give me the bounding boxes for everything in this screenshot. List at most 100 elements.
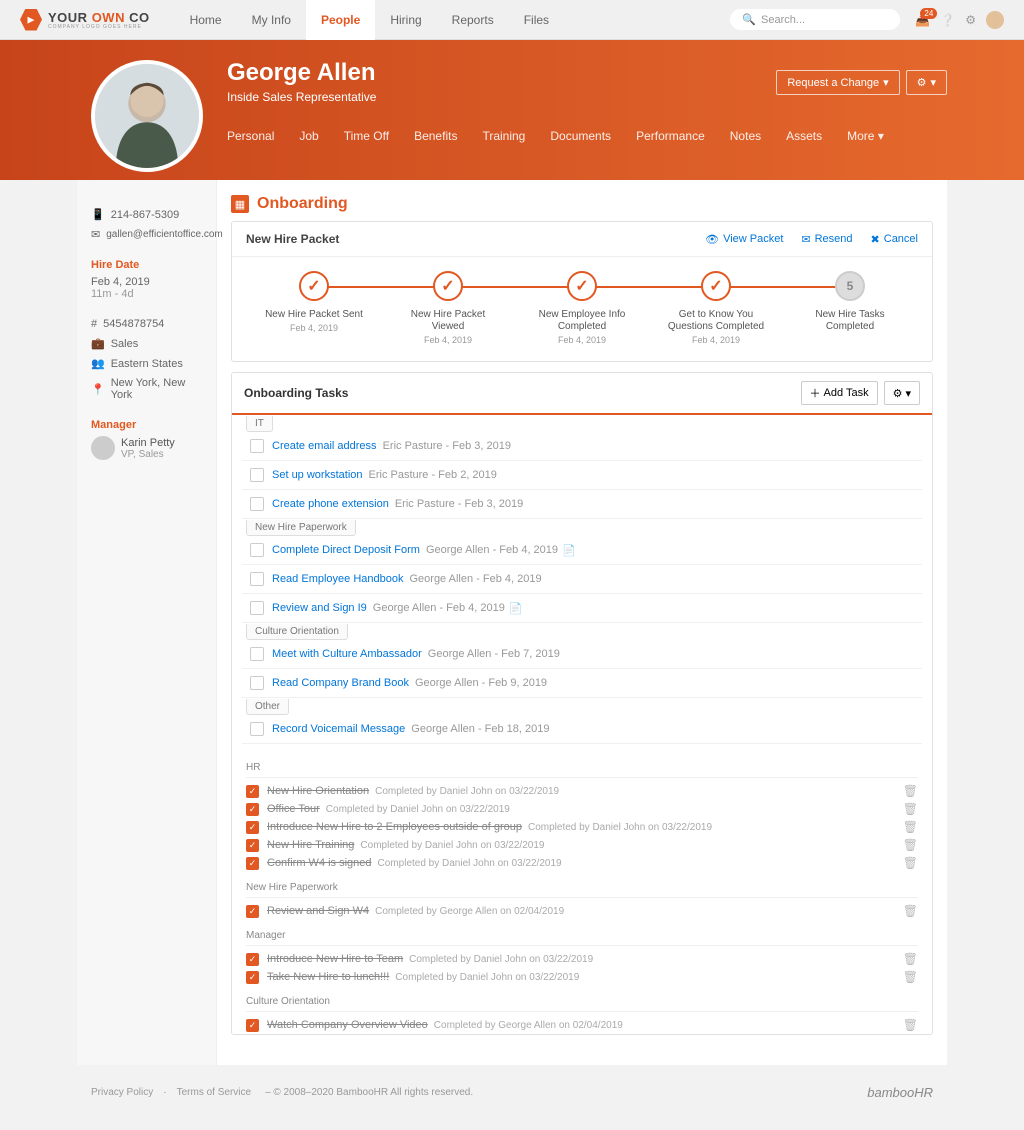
privacy-link[interactable]: Privacy Policy: [91, 1087, 153, 1098]
email-value[interactable]: gallen@efficientoffice.com: [106, 229, 223, 240]
task-checkbox[interactable]: [250, 468, 264, 482]
plus-icon: ＋: [810, 385, 821, 401]
subnav-time-off[interactable]: Time Off: [344, 129, 389, 143]
task-checkbox[interactable]: [250, 572, 264, 586]
completed-checkbox[interactable]: ✓: [246, 803, 259, 816]
step: New Hire Packet ViewedFeb 4, 2019: [398, 271, 498, 345]
gear-icon: ⚙: [917, 76, 927, 89]
nav-files[interactable]: Files: [509, 0, 564, 40]
nav-people[interactable]: People: [306, 0, 375, 40]
resend-link[interactable]: ✉Resend: [801, 233, 852, 246]
nav-hiring[interactable]: Hiring: [375, 0, 436, 40]
trash-icon[interactable]: 🗑: [903, 904, 918, 918]
hire-date-label: Hire Date: [91, 259, 206, 271]
hero-settings-button[interactable]: ⚙ ▾: [906, 70, 947, 95]
completed-checkbox[interactable]: ✓: [246, 971, 259, 984]
task-checkbox[interactable]: [250, 543, 264, 557]
task-checkbox[interactable]: [250, 601, 264, 615]
completed-checkbox[interactable]: ✓: [246, 1019, 259, 1032]
completed-row: ✓New Hire TrainingCompleted by Daniel Jo…: [246, 836, 918, 854]
people-icon: 👥: [91, 357, 105, 370]
manager-name[interactable]: Karin Petty: [121, 437, 175, 449]
subnav-documents[interactable]: Documents: [550, 129, 611, 143]
subnav-assets[interactable]: Assets: [786, 129, 822, 143]
task-group-label: New Hire Paperwork: [246, 520, 356, 536]
trash-icon[interactable]: 🗑: [903, 838, 918, 852]
completed-row: ✓New Hire OrientationCompleted by Daniel…: [246, 782, 918, 800]
search-icon: 🔍: [742, 13, 756, 26]
trash-icon[interactable]: 🗑: [903, 820, 918, 834]
subnav-personal[interactable]: Personal: [227, 129, 274, 143]
user-avatar-icon[interactable]: [986, 11, 1004, 29]
footer: Privacy Policy · Terms of Service – © 20…: [77, 1075, 947, 1110]
nav-reports[interactable]: Reports: [437, 0, 509, 40]
chevron-down-icon: ▾: [883, 76, 889, 89]
trash-icon[interactable]: 🗑: [903, 802, 918, 816]
completed-meta: Completed by Daniel John on 03/22/2019: [360, 840, 544, 851]
completed-checkbox[interactable]: ✓: [246, 839, 259, 852]
trash-icon[interactable]: 🗑: [903, 970, 918, 984]
inbox-icon[interactable]: 📥24: [915, 13, 930, 27]
employee-avatar[interactable]: [91, 60, 203, 172]
subnav-benefits[interactable]: Benefits: [414, 129, 457, 143]
nav-my-info[interactable]: My Info: [237, 0, 306, 40]
logo[interactable]: YOUR OWN CO COMPANY LOGO GOES HERE: [20, 9, 150, 31]
task-group-label: Culture Orientation: [246, 624, 348, 640]
task-link[interactable]: Create phone extension: [272, 498, 389, 510]
task-link[interactable]: Read Employee Handbook: [272, 573, 403, 585]
subnav-job[interactable]: Job: [299, 129, 318, 143]
task-checkbox[interactable]: [250, 676, 264, 690]
subnav-notes[interactable]: Notes: [730, 129, 761, 143]
trash-icon[interactable]: 🗑: [903, 856, 918, 870]
completed-group-label: New Hire Paperwork: [246, 882, 918, 893]
completed-checkbox[interactable]: ✓: [246, 857, 259, 870]
task-checkbox[interactable]: [250, 722, 264, 736]
help-icon[interactable]: ❔: [940, 13, 955, 27]
subnav-performance[interactable]: Performance: [636, 129, 705, 143]
subnav-training[interactable]: Training: [482, 129, 525, 143]
task-row: Record Voicemail MessageGeorge Allen - F…: [242, 715, 922, 744]
task-link[interactable]: Review and Sign I9: [272, 602, 367, 614]
task-link[interactable]: Read Company Brand Book: [272, 677, 409, 689]
completed-title: Take New Hire to lunch!!!: [267, 971, 389, 983]
task-link[interactable]: Set up workstation: [272, 469, 363, 481]
task-checkbox[interactable]: [250, 647, 264, 661]
task-link[interactable]: Create email address: [272, 440, 377, 452]
task-checkbox[interactable]: [250, 439, 264, 453]
phone-icon: 📱: [91, 208, 105, 221]
briefcase-icon: 💼: [91, 337, 105, 350]
settings-icon[interactable]: ⚙: [965, 13, 976, 27]
cancel-icon: ✖: [871, 233, 880, 246]
task-link[interactable]: Meet with Culture Ambassador: [272, 648, 422, 660]
completed-meta: Completed by Daniel John on 03/22/2019: [409, 954, 593, 965]
request-change-button[interactable]: Request a Change ▾: [776, 70, 899, 95]
step: New Hire Packet SentFeb 4, 2019: [264, 271, 364, 345]
view-packet-link[interactable]: 👁View Packet: [705, 233, 783, 246]
nav-home[interactable]: Home: [175, 0, 237, 40]
subnav-more[interactable]: More ▾: [847, 129, 884, 143]
task-link[interactable]: Record Voicemail Message: [272, 723, 405, 735]
task-meta: George Allen - Feb 9, 2019: [415, 677, 547, 689]
completed-row: ✓Take New Hire to lunch!!!Completed by D…: [246, 968, 918, 986]
trash-icon[interactable]: 🗑: [903, 1018, 918, 1032]
task-row: Review and Sign I9George Allen - Feb 4, …: [242, 594, 922, 623]
trash-icon[interactable]: 🗑: [903, 784, 918, 798]
manager-avatar[interactable]: [91, 436, 115, 460]
terms-link[interactable]: Terms of Service: [177, 1087, 251, 1098]
search-input[interactable]: 🔍 Search...: [730, 9, 900, 30]
add-task-button[interactable]: ＋Add Task: [801, 381, 878, 405]
completed-checkbox[interactable]: ✓: [246, 785, 259, 798]
completed-checkbox[interactable]: ✓: [246, 821, 259, 834]
packet-title: New Hire Packet: [246, 232, 339, 246]
completed-meta: Completed by George Allen on 02/04/2019: [434, 1020, 623, 1031]
completed-checkbox[interactable]: ✓: [246, 953, 259, 966]
cancel-link[interactable]: ✖Cancel: [871, 233, 918, 246]
trash-icon[interactable]: 🗑: [903, 952, 918, 966]
task-checkbox[interactable]: [250, 497, 264, 511]
completed-title: Office Tour: [267, 803, 320, 815]
completed-checkbox[interactable]: ✓: [246, 905, 259, 918]
tasks-panel: Onboarding Tasks ＋Add Task ⚙ ▾ ITCreate …: [231, 372, 933, 1035]
tasks-settings-button[interactable]: ⚙ ▾: [884, 381, 920, 405]
task-link[interactable]: Complete Direct Deposit Form: [272, 544, 420, 556]
gear-icon: ⚙: [893, 387, 903, 400]
